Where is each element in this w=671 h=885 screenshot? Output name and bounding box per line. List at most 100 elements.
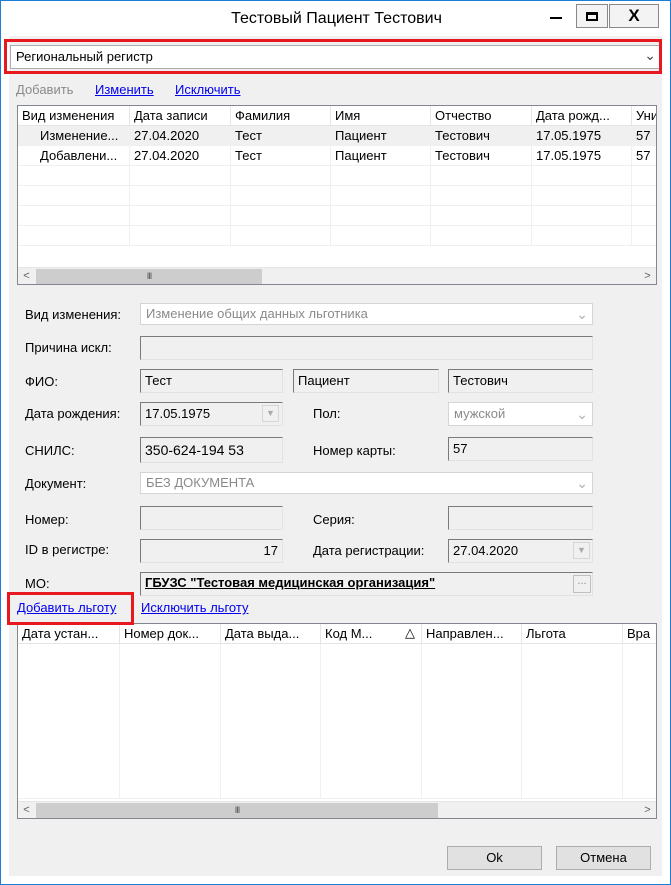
last-name-field[interactable]: Тест bbox=[140, 369, 283, 393]
chevron-down-icon: ⌄ bbox=[576, 475, 588, 491]
column-header[interactable]: Имя bbox=[331, 106, 431, 126]
gender-label: Пол: bbox=[313, 406, 341, 421]
mo-browse-button[interactable]: ... bbox=[573, 575, 591, 593]
column-header[interactable]: Уни bbox=[632, 106, 656, 126]
title-bar[interactable]: Тестовый Пациент Тестович X bbox=[1, 1, 670, 36]
exclude-benefit-link[interactable]: Исключить льготу bbox=[141, 600, 248, 615]
column-header[interactable]: Вид изменения bbox=[18, 106, 130, 126]
birth-date-value: 17.05.1975 bbox=[145, 406, 211, 421]
cell: 27.04.2020 bbox=[130, 126, 231, 146]
column-header[interactable]: Фамилия bbox=[231, 106, 331, 126]
document-label: Документ: bbox=[25, 476, 87, 491]
change-type-select[interactable]: Изменение общих данных льготника ⌄ bbox=[140, 303, 593, 325]
cancel-button[interactable]: Отмена bbox=[556, 846, 651, 870]
register-select-value: Региональный регистр bbox=[16, 49, 153, 64]
table-row[interactable]: Изменение... 27.04.2020 Тест Пациент Тес… bbox=[18, 126, 656, 146]
register-select[interactable]: Региональный регистр ⌄ bbox=[10, 45, 661, 69]
change-type-label: Вид изменения: bbox=[25, 307, 122, 322]
card-number-label: Номер карты: bbox=[313, 443, 396, 458]
cell: 27.04.2020 bbox=[130, 146, 231, 166]
registry-id-field[interactable]: 17 bbox=[140, 539, 283, 563]
number-field[interactable] bbox=[140, 506, 283, 530]
exclude-link[interactable]: Исключить bbox=[175, 82, 241, 97]
series-field[interactable] bbox=[448, 506, 593, 530]
maximize-icon bbox=[586, 11, 598, 21]
ok-button[interactable]: Ok bbox=[447, 846, 542, 870]
chevron-down-icon: ⌄ bbox=[644, 47, 656, 63]
column-header-label: Код М... bbox=[325, 626, 373, 641]
close-icon: X bbox=[628, 6, 640, 25]
snils-field[interactable]: 350-624-194 53 bbox=[140, 437, 283, 463]
middle-name-field[interactable]: Тестович bbox=[448, 369, 593, 393]
cell: 17.05.1975 bbox=[532, 126, 632, 146]
benefits-grid-header: Дата устан... Номер док... Дата выда... … bbox=[18, 624, 656, 644]
changes-grid-hscroll[interactable]: < III > bbox=[18, 267, 656, 284]
empty-row bbox=[18, 206, 656, 226]
empty-row bbox=[18, 186, 656, 206]
chevron-down-icon: ⌄ bbox=[576, 406, 588, 422]
changes-grid-body: Изменение... 27.04.2020 Тест Пациент Тес… bbox=[18, 126, 656, 246]
exclude-reason-field[interactable] bbox=[140, 336, 593, 360]
changes-grid: Вид изменения Дата записи Фамилия Имя От… bbox=[17, 105, 657, 285]
mo-label: МО: bbox=[25, 576, 50, 591]
add-link-disabled: Добавить bbox=[16, 82, 74, 97]
column-header[interactable]: Льгота bbox=[522, 624, 623, 644]
number-label: Номер: bbox=[25, 512, 69, 527]
minimize-icon bbox=[550, 17, 562, 19]
empty-row bbox=[18, 166, 656, 186]
scroll-thumb[interactable]: III bbox=[36, 269, 262, 284]
gender-value: мужской bbox=[454, 406, 506, 421]
table-row[interactable]: Добавлени... 27.04.2020 Тест Пациент Тес… bbox=[18, 146, 656, 166]
minimize-button[interactable] bbox=[541, 4, 571, 26]
sort-ascending-icon: △ bbox=[405, 625, 415, 640]
first-name-field[interactable]: Пациент bbox=[293, 369, 439, 393]
chevron-down-icon: ⌄ bbox=[576, 306, 588, 322]
benefits-grid-hscroll[interactable]: < III > bbox=[18, 801, 656, 818]
edit-link[interactable]: Изменить bbox=[95, 82, 154, 97]
add-benefit-link[interactable]: Добавить льготу bbox=[17, 600, 116, 615]
snils-label: СНИЛС: bbox=[25, 443, 75, 458]
window-client: Региональный регистр ⌄ Добавить Изменить… bbox=[9, 36, 662, 876]
cell: Пациент bbox=[331, 126, 431, 146]
column-header[interactable]: Дата рожд... bbox=[532, 106, 632, 126]
cell: 17.05.1975 bbox=[532, 146, 632, 166]
card-number-field[interactable]: 57 bbox=[448, 437, 593, 461]
calendar-dropdown-icon[interactable]: ▼ bbox=[573, 542, 590, 559]
column-header[interactable]: Направлен... bbox=[422, 624, 522, 644]
empty-row bbox=[18, 226, 656, 246]
mo-field[interactable]: ГБУЗС "Тестовая медицинская организация" bbox=[140, 572, 593, 596]
gender-select[interactable]: мужской ⌄ bbox=[448, 402, 593, 426]
changes-grid-header: Вид изменения Дата записи Фамилия Имя От… bbox=[18, 106, 656, 126]
close-button[interactable]: X bbox=[609, 4, 659, 28]
column-header[interactable]: Номер док... bbox=[120, 624, 221, 644]
benefits-grid-body bbox=[18, 644, 656, 799]
column-header[interactable]: Отчество bbox=[431, 106, 532, 126]
cell: 57 bbox=[632, 126, 656, 146]
document-select[interactable]: БЕЗ ДОКУМЕНТА ⌄ bbox=[140, 472, 593, 494]
column-header[interactable]: Дата записи bbox=[130, 106, 231, 126]
scroll-thumb[interactable]: III bbox=[36, 803, 438, 818]
registration-date-value: 27.04.2020 bbox=[453, 543, 519, 558]
column-header[interactable]: Дата выда... bbox=[221, 624, 321, 644]
scroll-right-icon[interactable]: > bbox=[639, 268, 656, 284]
calendar-dropdown-icon[interactable]: ▼ bbox=[262, 405, 279, 422]
fio-label: ФИО: bbox=[25, 374, 58, 389]
maximize-button[interactable] bbox=[576, 4, 608, 28]
column-header[interactable]: Код М... △ bbox=[321, 624, 422, 644]
scroll-left-icon[interactable]: < bbox=[18, 802, 35, 818]
birth-date-label: Дата рождения: bbox=[25, 406, 121, 421]
scroll-right-icon[interactable]: > bbox=[639, 802, 656, 818]
series-label: Серия: bbox=[313, 512, 355, 527]
column-header[interactable]: Вра bbox=[623, 624, 656, 644]
scroll-left-icon[interactable]: < bbox=[18, 268, 35, 284]
cell: Тестович bbox=[431, 126, 532, 146]
cell: Тест bbox=[231, 126, 331, 146]
cell: Изменение... bbox=[18, 126, 130, 146]
registration-date-label: Дата регистрации: bbox=[313, 543, 425, 558]
cell: Тестович bbox=[431, 146, 532, 166]
benefits-grid: Дата устан... Номер док... Дата выда... … bbox=[17, 623, 657, 819]
exclude-reason-label: Причина искл: bbox=[25, 340, 112, 355]
column-header[interactable]: Дата устан... bbox=[18, 624, 120, 644]
registration-date-field[interactable]: 27.04.2020 bbox=[448, 539, 593, 563]
cell: Добавлени... bbox=[18, 146, 130, 166]
